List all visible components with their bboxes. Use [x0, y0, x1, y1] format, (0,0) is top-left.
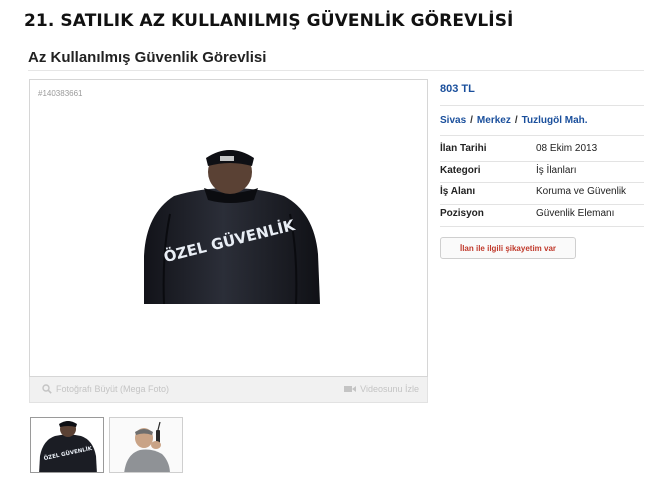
listing-id: #140383661 — [38, 89, 83, 98]
location-separator: / — [470, 115, 473, 126]
main-photo-frame[interactable]: #140383661 ÖZEL GÜVENLİK — [29, 79, 428, 377]
listing-title: Az Kullanılmış Güvenlik Görevlisi — [28, 49, 267, 66]
detail-label: Kategori — [440, 165, 481, 176]
detail-label: İlan Tarihi — [440, 143, 487, 154]
video-button[interactable]: Videosunu İzle — [344, 384, 419, 394]
location-district[interactable]: Merkez — [477, 115, 511, 126]
location-city[interactable]: Sivas — [440, 115, 466, 126]
detail-value: Güvenlik Elemanı — [536, 208, 615, 219]
title-divider — [28, 70, 644, 71]
mega-foto-label: Fotoğrafı Büyüt (Mega Foto) — [56, 384, 170, 394]
divider — [440, 105, 644, 106]
report-listing-button[interactable]: İlan ile ilgili şikayetim var — [440, 237, 576, 259]
photo-toolbar: Fotoğrafı Büyüt (Mega Foto) Videosunu İz… — [29, 377, 428, 403]
location-breadcrumb: Sivas / Merkez / Tuzlugöl Mah. — [440, 115, 588, 126]
divider — [440, 226, 644, 227]
detail-row-field: İş Alanı Koruma ve Güvenlik — [440, 182, 644, 203]
thumbnail-guard-back: ÖZEL GÜVENLİK — [39, 421, 97, 472]
location-neighborhood[interactable]: Tuzlugöl Mah. — [522, 115, 588, 126]
article-heading: 21. SATILIK AZ KULLANILMIŞ GÜVENLİK GÖRE… — [24, 11, 514, 31]
price: 803 TL — [440, 83, 475, 95]
detail-value: 08 Ekim 2013 — [536, 143, 598, 154]
mega-foto-button[interactable]: Fotoğrafı Büyüt (Mega Foto) — [42, 384, 169, 394]
main-photo[interactable]: ÖZEL GÜVENLİK — [134, 144, 326, 305]
divider — [440, 135, 644, 136]
detail-label: İş Alanı — [440, 186, 476, 197]
security-guard-photo: ÖZEL GÜVENLİK — [144, 150, 320, 305]
detail-value: Koruma ve Güvenlik — [536, 186, 627, 197]
thumbnail-guard-radio — [110, 418, 182, 472]
detail-row-category: Kategori İş İlanları — [440, 161, 644, 182]
detail-row-date: İlan Tarihi 08 Ekim 2013 — [440, 139, 644, 160]
location-separator: / — [514, 115, 518, 126]
thumbnail-1[interactable]: ÖZEL GÜVENLİK — [30, 417, 104, 473]
detail-row-position: Pozisyon Güvenlik Elemanı — [440, 204, 644, 225]
video-camera-icon — [344, 386, 357, 392]
video-label: Videosunu İzle — [360, 384, 419, 394]
thumbnail-2[interactable] — [109, 417, 183, 473]
magnifier-icon — [42, 384, 52, 394]
detail-label: Pozisyon — [440, 208, 484, 219]
detail-value: İş İlanları — [536, 165, 577, 176]
